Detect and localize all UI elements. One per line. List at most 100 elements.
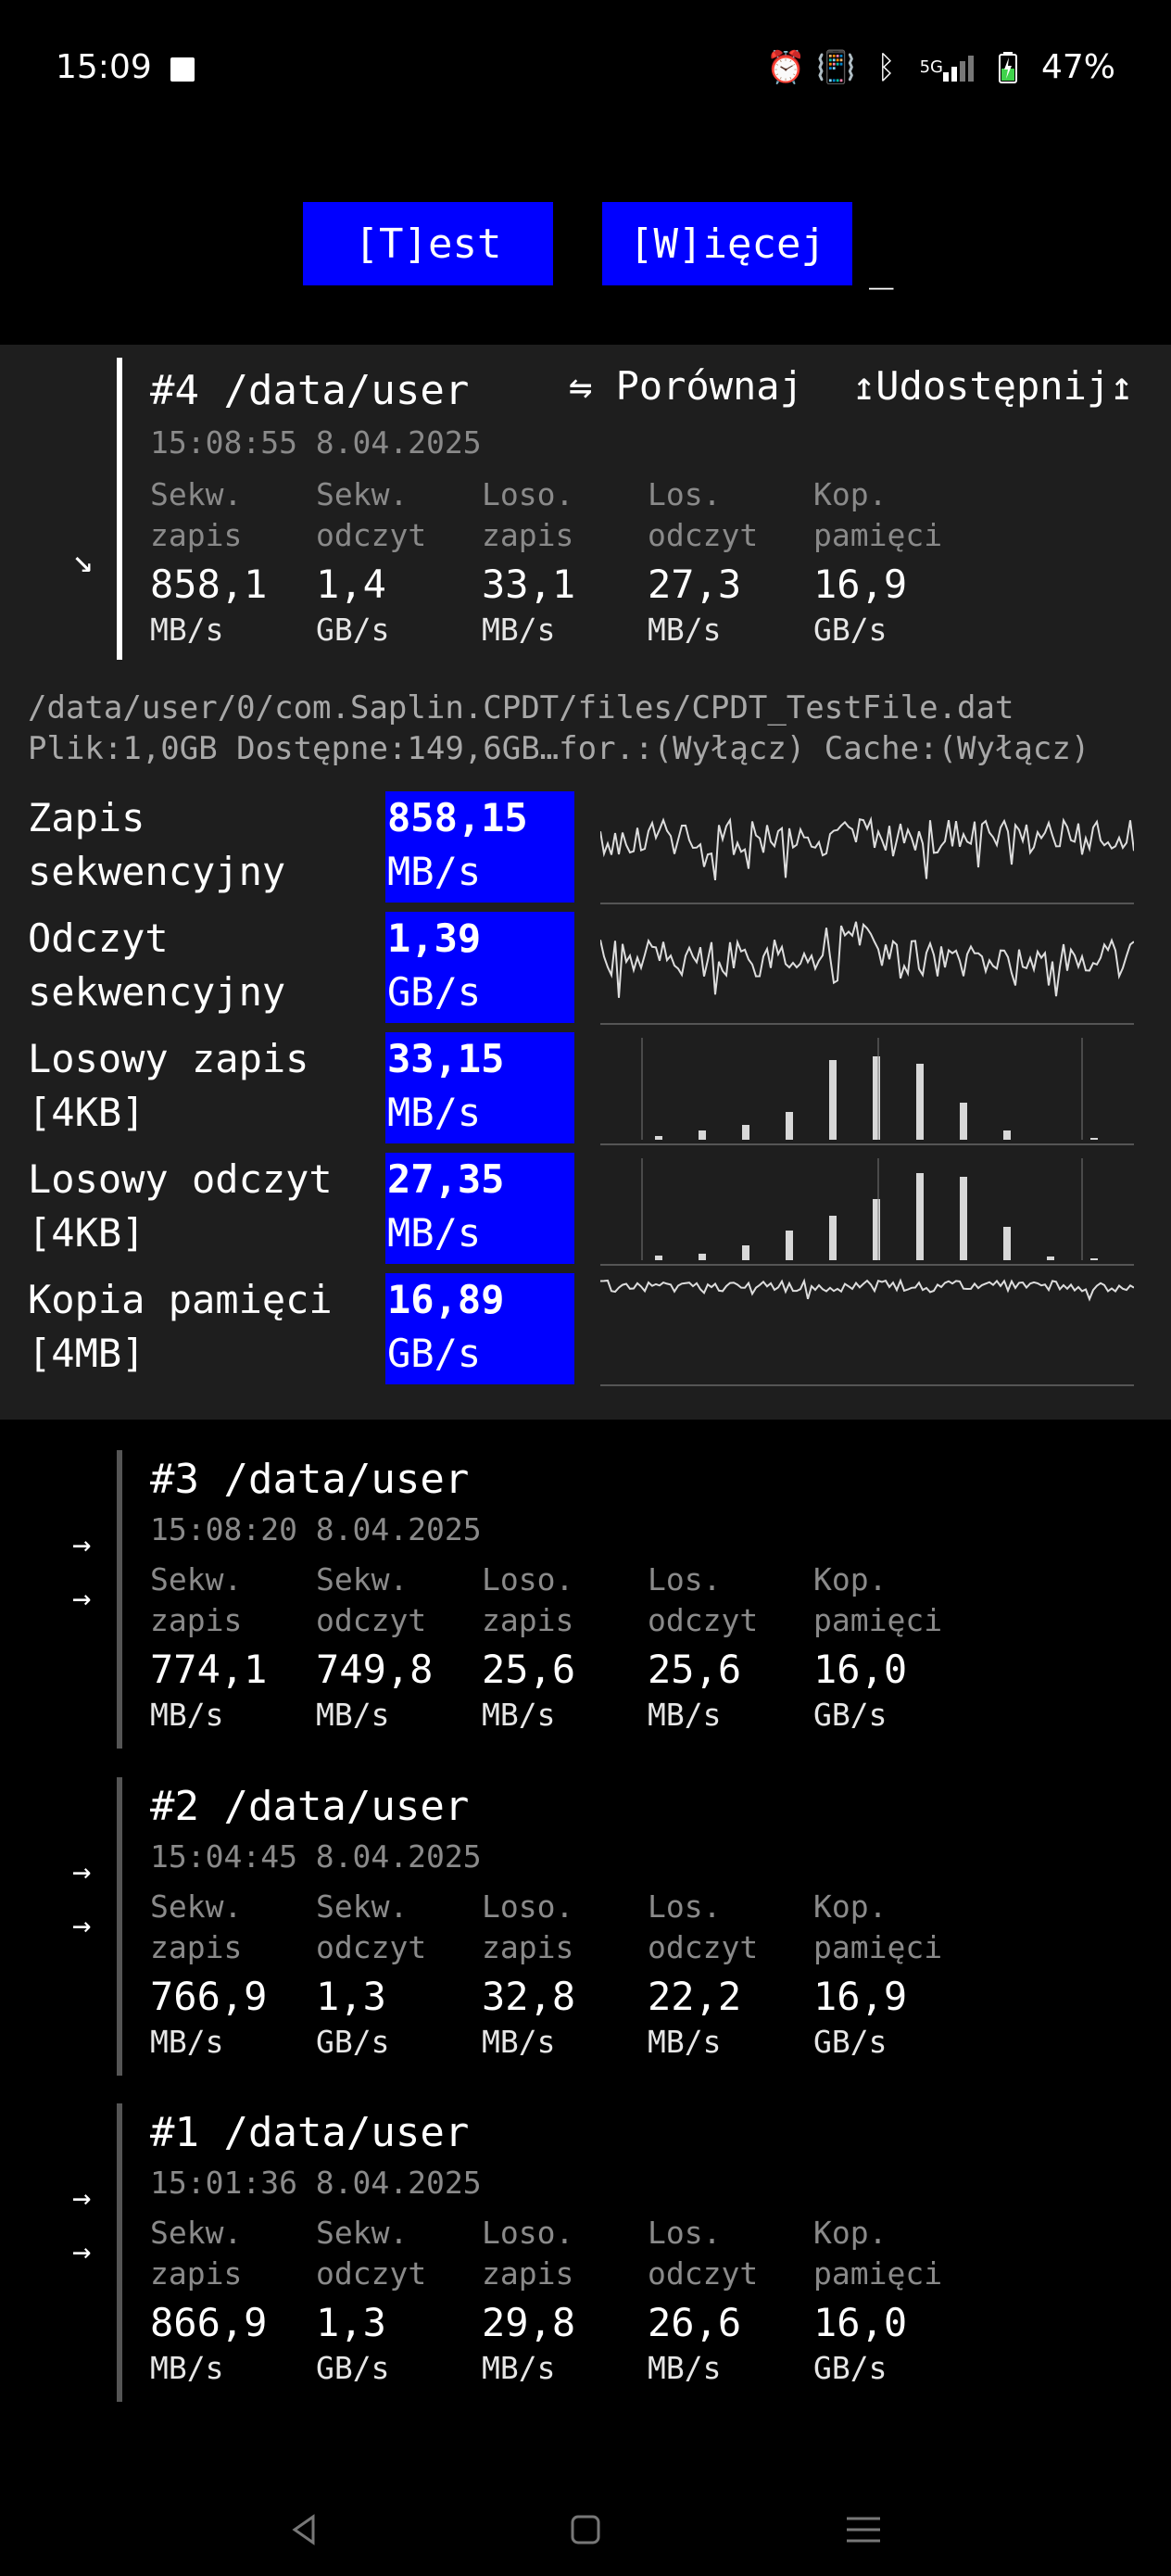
metric-label: Losowy zapis [4KB] — [28, 1036, 309, 1135]
metric-label: Kopia pamięci [4MB] — [28, 1277, 333, 1376]
column-header-line: Los. — [648, 2215, 722, 2251]
metric-chart — [600, 1032, 1134, 1145]
column-value: 33,1 — [482, 562, 576, 607]
column-header-line: odczyt — [316, 1929, 427, 1965]
column-value: 749,8 — [316, 1647, 434, 1692]
text-cursor: _ — [869, 243, 894, 290]
toolbar: [T]est [W]ięcej _ — [0, 185, 1171, 324]
column-unit: GB/s — [316, 2024, 390, 2060]
result-title[interactable]: #4 /data/user — [150, 367, 469, 414]
column-value: 858,1 — [150, 562, 268, 607]
column-header-line: zapis — [482, 517, 574, 553]
battery-percentage: 47% — [1040, 48, 1115, 86]
column-unit: MB/s — [150, 1697, 224, 1733]
share-button[interactable]: ↥Udostępnij↥ — [852, 363, 1133, 409]
metric-column: Loso. zapis 33,1 MB/s — [482, 474, 648, 650]
column-value: 25,6 — [482, 1647, 576, 1692]
result-item[interactable]: → → #3 /data/user 15:08:20 8.04.2025 Sekw. za… — [0, 1450, 1171, 1756]
column-header-line: Sekw. — [316, 1561, 409, 1597]
metric-chart-graphic — [641, 1158, 1098, 1260]
metric-column: Los. odczyt 27,3 MB/s — [648, 474, 814, 650]
column-header-line: Sekw. — [316, 1888, 409, 1925]
column-header-line: zapis — [150, 1602, 243, 1638]
compare-arrow-icon[interactable]: → — [72, 2233, 91, 2270]
alarm-icon: ⏰ — [766, 48, 806, 86]
column-header-line: Loso. — [482, 476, 574, 512]
column-unit: GB/s — [813, 1697, 888, 1733]
metric-column: Sekw. odczyt 1,3 GB/s — [316, 1887, 483, 2063]
collapse-arrow-icon[interactable]: ↘ — [72, 539, 94, 580]
metric-column: Sekw. zapis 766,9 MB/s — [150, 1887, 317, 2063]
home-icon[interactable] — [558, 2502, 613, 2557]
result-bar — [117, 358, 122, 660]
compare-arrow-icon[interactable]: → — [72, 1907, 91, 1944]
test-button[interactable]: [T]est — [303, 202, 553, 285]
column-header-line: Los. — [648, 476, 722, 512]
metric-chart-graphic — [599, 815, 1135, 881]
metric-chart — [599, 1273, 1135, 1386]
result-date: 15:04:45 8.04.2025 — [150, 1838, 482, 1875]
compare-arrow-icon[interactable]: → — [72, 1580, 91, 1617]
column-unit: MB/s — [648, 2024, 722, 2060]
column-value: 16,0 — [813, 1647, 908, 1692]
column-header-line: Sekw. — [150, 1888, 243, 1925]
column-unit: MB/s — [482, 612, 556, 648]
column-header-line: Kop. — [813, 1561, 888, 1597]
column-header-line: Los. — [648, 1561, 722, 1597]
compare-button[interactable]: ⇋ Porównaj — [569, 363, 803, 409]
result-title: #3 /data/user — [150, 1456, 470, 1503]
test-file-info: Plik:1,0GB Dostępne:149,6GB…for.:(Wyłącz… — [28, 730, 1090, 767]
status-bar: 15:09 ⏰ 📳 ᛒ 5G 47% — [0, 0, 1171, 139]
column-header-line: Loso. — [482, 1888, 574, 1925]
expand-arrow-icon[interactable]: → — [72, 1526, 91, 1563]
result-item[interactable]: → → #2 /data/user 15:04:45 8.04.2025 Sekw. za… — [0, 1777, 1171, 2083]
metric-column: Sekw. zapis 858,1 MB/s — [150, 474, 317, 650]
column-header-line: Sekw. — [316, 2215, 409, 2251]
more-button[interactable]: [W]ięcej — [602, 202, 852, 285]
metric-column: Sekw. zapis 774,1 MB/s — [150, 1559, 317, 1736]
status-time: 15:09 — [56, 48, 152, 86]
vibrate-icon: 📳 — [816, 48, 856, 86]
metric-column: Los. odczyt 22,2 MB/s — [648, 1887, 814, 2063]
metric-unit: MB/s — [387, 1210, 482, 1256]
column-header-line: zapis — [150, 2255, 243, 2292]
column-value: 26,6 — [648, 2300, 742, 2345]
column-unit: MB/s — [482, 2024, 556, 2060]
column-header-line: Sekw. — [150, 476, 243, 512]
column-unit: MB/s — [316, 1697, 390, 1733]
metric-chart — [600, 1153, 1134, 1266]
metric-unit: MB/s — [387, 1090, 482, 1135]
metric-value-box: 858,15 MB/s — [385, 791, 574, 903]
result-date: 15:01:36 8.04.2025 — [150, 2165, 482, 2201]
result-date: 15:08:20 8.04.2025 — [150, 1511, 482, 1547]
column-unit: GB/s — [813, 2024, 888, 2060]
column-value: 766,9 — [150, 1974, 268, 2019]
bluetooth-icon: ᛒ — [876, 48, 896, 86]
metric-row: Odczyt sekwencyjny 1,39 GB/s — [0, 912, 1171, 1025]
result-item[interactable]: → → #1 /data/user 15:01:36 8.04.2025 Sekw. za… — [0, 2103, 1171, 2409]
column-header-line: Sekw. — [316, 476, 409, 512]
column-header-line: pamięci — [813, 1602, 943, 1638]
metric-row: Losowy zapis [4KB] 33,15 MB/s — [0, 1032, 1171, 1145]
back-icon[interactable] — [276, 2502, 332, 2557]
column-unit: MB/s — [648, 1697, 722, 1733]
navigation-bar — [0, 2483, 1171, 2576]
metric-column: Loso. zapis 25,6 MB/s — [482, 1559, 648, 1736]
column-header-line: Kop. — [813, 476, 888, 512]
metric-row: Losowy odczyt [4KB] 27,35 MB/s — [0, 1153, 1171, 1266]
column-value: 16,0 — [813, 2300, 908, 2345]
test-file-path: /data/user/0/com.Saplin.CPDT/files/CPDT_… — [28, 689, 1014, 726]
column-header-line: Loso. — [482, 2215, 574, 2251]
metric-chart — [599, 912, 1135, 1025]
metric-chart-graphic — [599, 1278, 1135, 1302]
metric-unit: MB/s — [387, 849, 482, 894]
expand-arrow-icon[interactable]: → — [72, 2179, 91, 2216]
result-date: 15:08:55 8.04.2025 — [150, 424, 482, 461]
column-value: 16,9 — [813, 562, 908, 607]
metric-label: Odczyt sekwencyjny — [28, 915, 286, 1015]
column-unit: MB/s — [150, 612, 224, 648]
column-value: 32,8 — [482, 1974, 576, 2019]
recents-icon[interactable] — [836, 2502, 891, 2557]
expand-arrow-icon[interactable]: → — [72, 1853, 91, 1890]
metric-label: Zapis sekwencyjny — [28, 795, 286, 894]
